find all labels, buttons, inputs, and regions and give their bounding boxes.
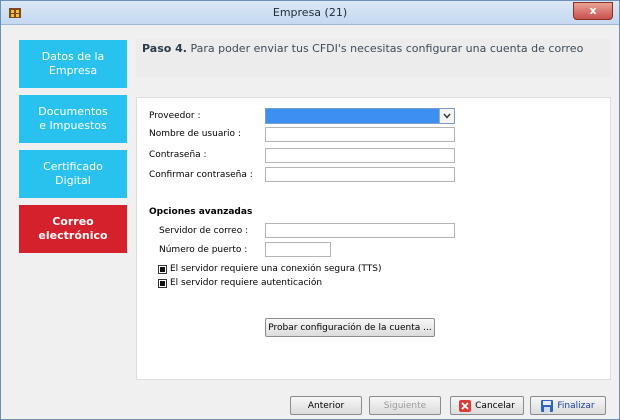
step-header: Paso 4. Para poder enviar tus CFDI's nec… [136,39,611,77]
test-configuration-button[interactable]: Probar configuración de la cuenta ... [265,318,435,337]
provider-select[interactable] [265,108,455,124]
password-field[interactable] [265,148,455,163]
username-label: Nombre de usuario : [149,129,241,139]
secure-connection-checkbox[interactable]: El servidor requiere una conexión segura… [158,264,382,274]
cancel-button[interactable]: Cancelar [450,396,524,415]
provider-label: Proveedor : [149,111,201,121]
server-field[interactable] [265,223,455,238]
username-field[interactable] [265,127,455,142]
close-icon: x [589,4,597,17]
dialog-window: Empresa (21) x Datos de la Empresa Docume… [0,0,620,420]
sidebar-item-label: Certificado [43,160,103,173]
cancel-icon [459,399,472,412]
port-field[interactable] [265,242,331,257]
sidebar-item-label: Correo [52,215,94,228]
title-bar[interactable]: Empresa (21) x [1,1,619,25]
save-icon [541,399,554,412]
advanced-options-heading: Opciones avanzadas [149,207,253,217]
chevron-down-icon[interactable] [439,109,454,123]
sidebar-item-certificado-digital[interactable]: Certificado Digital [19,150,127,198]
checkbox-checked-icon[interactable] [158,264,167,274]
checkbox-checked-icon[interactable] [158,278,167,288]
sidebar-item-label: Datos de la [41,50,105,63]
confirm-password-label: Confirmar contraseña : [149,170,253,180]
secure-connection-label: El servidor requiere una conexión segura… [170,264,382,274]
finish-button[interactable]: Finalizar [530,396,606,415]
next-label: Siguiente [383,400,427,411]
server-label: Servidor de correo : [159,226,249,236]
step-number: Paso 4. [142,42,187,55]
back-label: Anterior [307,400,345,411]
sidebar-item-documentos-impuestos[interactable]: Documentos e Impuestos [19,95,127,143]
password-label: Contraseña : [149,150,207,160]
authentication-checkbox[interactable]: El servidor requiere autenticación [158,278,322,288]
back-button[interactable]: Anterior [290,396,362,415]
next-button[interactable]: Siguiente [369,396,441,415]
sidebar-item-datos-empresa[interactable]: Datos de la Empresa [19,40,127,88]
finish-label: Finalizar [557,400,595,411]
sidebar-item-label: e Impuestos [39,119,107,132]
authentication-label: El servidor requiere autenticación [170,278,323,288]
window-title: Empresa (21) [272,6,348,19]
sidebar-item-label: Empresa [48,64,98,77]
sidebar-item-correo-electronico[interactable]: Correo electrónico [19,205,127,253]
sidebar-item-label: electrónico [38,229,108,242]
close-button[interactable]: x [573,2,613,20]
step-description: Para poder enviar tus CFDI's necesitas c… [190,42,584,55]
confirm-password-field[interactable] [265,167,455,182]
cancel-label: Cancelar [475,400,515,411]
form-panel: Proveedor : Nombre de usuario : Contrase… [136,97,611,380]
test-configuration-label: Probar configuración de la cuenta ... [268,322,432,333]
sidebar-item-label: Documentos [38,105,108,118]
sidebar-item-label: Digital [55,174,91,187]
port-label: Número de puerto : [159,245,248,255]
